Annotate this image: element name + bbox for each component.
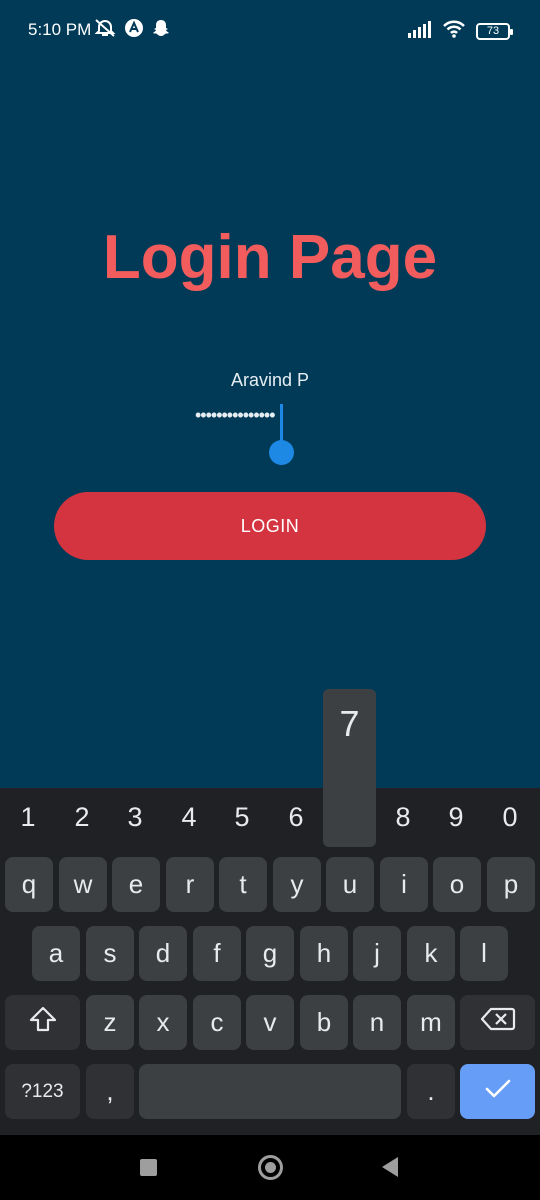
- key-2[interactable]: 2: [62, 802, 102, 836]
- key-a[interactable]: a: [32, 926, 80, 981]
- key-6[interactable]: 6: [276, 802, 316, 836]
- number-row: 1 2 3 4 5 6 8 9 0: [0, 788, 540, 850]
- key-p[interactable]: p: [487, 857, 535, 912]
- status-bar: 5:10 PM 73: [0, 0, 540, 60]
- key-preview-popup: 7: [323, 689, 376, 847]
- key-k[interactable]: k: [407, 926, 455, 981]
- key-i[interactable]: i: [380, 857, 428, 912]
- key-q[interactable]: q: [5, 857, 53, 912]
- battery-level: 73: [486, 25, 500, 37]
- key-u[interactable]: u: [326, 857, 374, 912]
- key-z[interactable]: z: [86, 995, 134, 1050]
- username-field[interactable]: Aravind P: [0, 370, 540, 391]
- key-h[interactable]: h: [300, 926, 348, 981]
- key-j[interactable]: j: [353, 926, 401, 981]
- recents-icon[interactable]: [140, 1159, 157, 1176]
- key-d[interactable]: d: [139, 926, 187, 981]
- key-c[interactable]: c: [193, 995, 241, 1050]
- backspace-key[interactable]: [460, 995, 535, 1050]
- key-0[interactable]: 0: [490, 802, 530, 836]
- wifi-icon: [442, 20, 466, 43]
- key-n[interactable]: n: [353, 995, 401, 1050]
- status-notification-icons: [94, 18, 170, 42]
- alarm-off-icon: [94, 18, 116, 43]
- soft-keyboard: 1 2 3 4 5 6 8 9 0 q w e r t y u i o p a …: [0, 788, 540, 1135]
- key-e[interactable]: e: [112, 857, 160, 912]
- page-title: Login Page: [102, 223, 438, 292]
- key-l[interactable]: l: [460, 926, 508, 981]
- key-preview-label: 7: [339, 703, 360, 744]
- app-a-icon: [124, 18, 144, 43]
- key-3[interactable]: 3: [115, 802, 155, 836]
- text-cursor: [280, 404, 283, 442]
- back-icon[interactable]: [382, 1157, 398, 1177]
- snapchat-icon: [152, 18, 170, 43]
- done-key[interactable]: [460, 1064, 535, 1119]
- key-y[interactable]: y: [273, 857, 321, 912]
- signal-icon: [408, 20, 432, 43]
- key-5[interactable]: 5: [222, 802, 262, 836]
- key-8[interactable]: 8: [383, 802, 423, 836]
- key-t[interactable]: t: [219, 857, 267, 912]
- key-b[interactable]: b: [300, 995, 348, 1050]
- key-x[interactable]: x: [139, 995, 187, 1050]
- symbols-key[interactable]: ?123: [5, 1064, 80, 1119]
- key-g[interactable]: g: [246, 926, 294, 981]
- key-r[interactable]: r: [166, 857, 214, 912]
- login-button[interactable]: LOGIN: [54, 492, 486, 560]
- shift-key[interactable]: [5, 995, 80, 1050]
- period-key[interactable]: .: [407, 1064, 455, 1119]
- password-field[interactable]: •••••••••••••••: [195, 405, 285, 431]
- key-4[interactable]: 4: [169, 802, 209, 836]
- navigation-bar: [0, 1135, 540, 1200]
- status-time: 5:10 PM: [28, 20, 92, 39]
- key-1[interactable]: 1: [8, 802, 48, 836]
- space-key[interactable]: [139, 1064, 401, 1119]
- key-m[interactable]: m: [407, 995, 455, 1050]
- comma-key[interactable]: ,: [86, 1064, 134, 1119]
- key-f[interactable]: f: [193, 926, 241, 981]
- cursor-handle[interactable]: [269, 440, 294, 465]
- key-w[interactable]: w: [59, 857, 107, 912]
- backspace-icon: [480, 1006, 516, 1039]
- key-v[interactable]: v: [246, 995, 294, 1050]
- key-s[interactable]: s: [86, 926, 134, 981]
- status-system-icons: 73: [408, 19, 513, 43]
- shift-icon: [28, 1005, 58, 1040]
- key-o[interactable]: o: [433, 857, 481, 912]
- key-9[interactable]: 9: [436, 802, 476, 836]
- battery-icon: 73: [476, 22, 513, 40]
- checkmark-icon: [484, 1076, 512, 1107]
- home-icon[interactable]: [258, 1155, 283, 1180]
